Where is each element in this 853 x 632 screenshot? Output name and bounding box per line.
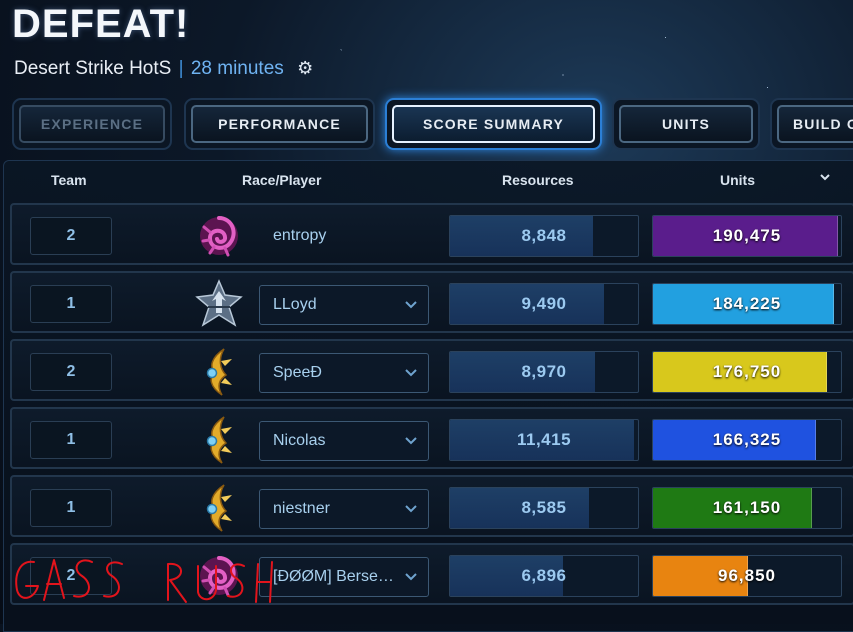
team-number: 1	[30, 285, 112, 323]
chevron-down-icon[interactable]	[404, 298, 418, 312]
column-header-player[interactable]: Race/Player	[242, 172, 321, 188]
units-bar: 184,225	[652, 283, 842, 325]
player-dropdown[interactable]: LLoyd	[259, 285, 429, 325]
chevron-down-icon[interactable]	[404, 570, 418, 584]
resources-bar: 9,490	[449, 283, 639, 325]
player-dropdown[interactable]: niestner	[259, 489, 429, 529]
resources-value: 11,415	[516, 430, 572, 449]
chevron-down-icon[interactable]	[818, 170, 832, 184]
units-bar: 190,475	[652, 215, 842, 257]
chevron-down-icon[interactable]	[404, 434, 418, 448]
player-dropdown[interactable]: Nicolas	[259, 421, 429, 461]
resources-value: 8,585	[521, 498, 567, 517]
player-row[interactable]: 1 LLoyd 9,490 184,225	[10, 271, 853, 333]
game-duration: 28 minutes	[190, 58, 284, 79]
resources-value: 6,896	[521, 566, 567, 585]
player-name: [ÐØØM] Berser…	[273, 568, 398, 585]
protoss-emblem-icon	[194, 415, 244, 465]
separator: |	[178, 58, 184, 79]
resources-value: 8,970	[521, 362, 567, 381]
chevron-down-icon[interactable]	[404, 502, 418, 516]
team-number: 2	[30, 217, 112, 255]
resources-bar: 8,970	[449, 351, 639, 393]
units-value: 184,225	[712, 294, 782, 313]
team-number: 1	[30, 489, 112, 527]
tab-experience[interactable]: EXPERIENCE	[12, 98, 172, 150]
player-dropdown[interactable]: SpeeÐ	[259, 353, 429, 393]
chevron-down-icon[interactable]	[404, 366, 418, 380]
player-dropdown[interactable]: [ÐØØM] Berser…	[259, 557, 429, 597]
tab-performance[interactable]: PERFORMANCE	[184, 98, 375, 150]
units-bar: 166,325	[652, 419, 842, 461]
resources-bar: 8,848	[449, 215, 639, 257]
resources-value: 9,490	[521, 294, 567, 313]
team-number: 2	[30, 557, 112, 595]
player-row[interactable]: 2 [ÐØØM] Berser… 6,896 96,850	[10, 543, 853, 605]
units-value: 190,475	[712, 226, 782, 245]
resources-bar: 11,415	[449, 419, 639, 461]
terran-emblem-icon	[194, 279, 244, 329]
map-name: Desert Strike HotS	[14, 58, 172, 79]
protoss-emblem-icon	[194, 347, 244, 397]
column-header-team[interactable]: Team	[51, 172, 87, 188]
zerg-emblem-icon	[194, 211, 244, 261]
tab-score-summary[interactable]: SCORE SUMMARY	[385, 98, 602, 150]
units-value: 166,325	[712, 430, 782, 449]
player-row[interactable]: 2 SpeeÐ 8,970 176,750	[10, 339, 853, 401]
player-name: SpeeÐ	[273, 364, 322, 381]
resources-value: 8,848	[521, 226, 567, 245]
player-row[interactable]: 1 niestner 8,585 161,150	[10, 475, 853, 537]
match-info: Desert Strike HotS | 28 minutes ⚙	[14, 58, 313, 80]
team-number: 2	[30, 353, 112, 391]
tab-units[interactable]: UNITS	[612, 98, 760, 150]
team-number: 1	[30, 421, 112, 459]
player-row[interactable]: 2 entropy 8,848 190,475	[10, 203, 853, 265]
units-value: 96,850	[718, 566, 776, 585]
column-header-resources[interactable]: Resources	[502, 172, 574, 188]
tab-build-order[interactable]: BUILD O	[770, 98, 853, 150]
player-name: entropy	[273, 227, 327, 244]
units-value: 161,150	[712, 498, 782, 517]
units-bar: 176,750	[652, 351, 842, 393]
units-bar: 96,850	[652, 555, 842, 597]
resources-bar: 8,585	[449, 487, 639, 529]
gear-icon[interactable]: ⚙	[297, 58, 313, 79]
resources-bar: 6,896	[449, 555, 639, 597]
player-name: Nicolas	[273, 432, 326, 449]
units-value: 176,750	[712, 362, 782, 381]
player-name: niestner	[273, 500, 330, 517]
zerg-emblem-icon	[194, 551, 244, 601]
player-name: LLoyd	[273, 296, 317, 313]
player-row[interactable]: 1 Nicolas 11,415 166,325	[10, 407, 853, 469]
protoss-emblem-icon	[194, 483, 244, 533]
result-title: DEFEAT!	[12, 2, 190, 46]
units-bar: 161,150	[652, 487, 842, 529]
column-header-units[interactable]: Units	[720, 172, 755, 188]
